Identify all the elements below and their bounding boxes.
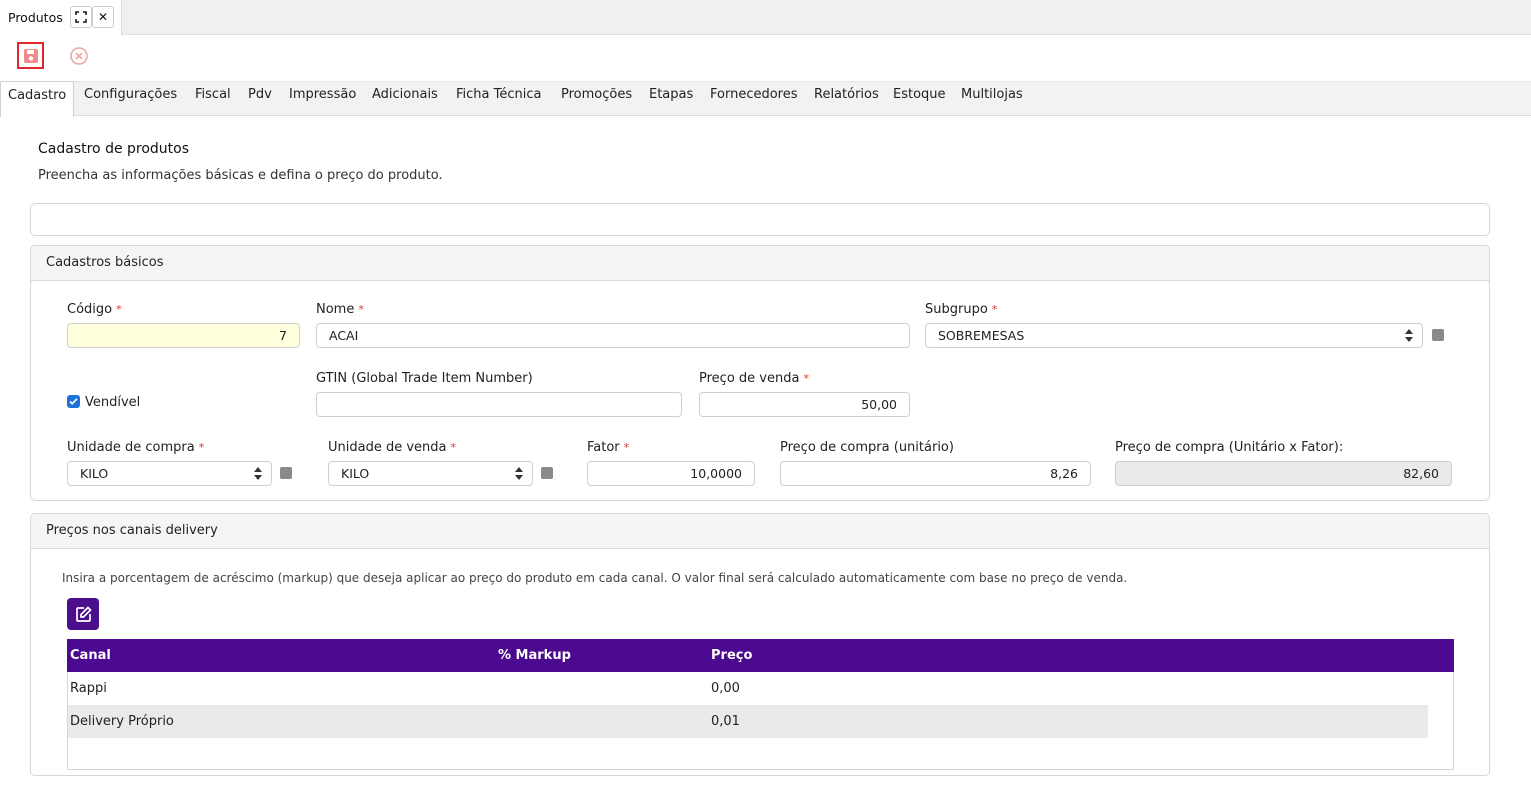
preco-compra-total-field: 82,60	[1115, 461, 1452, 486]
tab-promocoes[interactable]: Promoções	[561, 81, 632, 116]
empty-panel	[30, 203, 1490, 236]
preco-compra-label: Preço de compra (unitário)	[780, 440, 954, 455]
tab-estoque[interactable]: Estoque	[893, 81, 946, 116]
unidade-venda-label: Unidade de venda *	[328, 440, 456, 455]
tab-etapas[interactable]: Etapas	[649, 81, 693, 116]
select-arrows-icon	[1405, 329, 1413, 342]
row-canal: Rappi	[70, 681, 107, 696]
unidade-venda-value: KILO	[341, 466, 370, 481]
window-tab-title: Produtos	[8, 10, 63, 25]
tab-multilojas[interactable]: Multilojas	[961, 81, 1023, 116]
gtin-field[interactable]	[316, 392, 682, 417]
calculator-icon[interactable]	[1432, 329, 1444, 341]
subgrupo-select[interactable]: SOBREMESAS	[925, 323, 1423, 348]
table-row[interactable]	[68, 705, 1428, 738]
delivery-table-header	[67, 639, 1454, 672]
nome-label: Nome *	[316, 302, 364, 317]
select-arrows-icon	[515, 467, 523, 480]
preco-compra-field[interactable]: 8,26	[780, 461, 1091, 486]
row-preco: 0,00	[711, 681, 740, 696]
delivery-panel-header	[31, 514, 1489, 549]
unidade-compra-label: Unidade de compra *	[67, 440, 205, 455]
tab-cadastro[interactable]: Cadastro	[0, 81, 75, 117]
page-title: Cadastro de produtos	[38, 141, 190, 157]
window-tab-strip	[0, 0, 1531, 35]
column-header-canal[interactable]: Canal	[70, 648, 111, 663]
save-button[interactable]	[17, 42, 44, 69]
close-symbol: ✕	[97, 10, 109, 24]
table-row[interactable]	[68, 672, 1428, 705]
cancel-button[interactable]	[68, 45, 90, 67]
tab-impressao[interactable]: Impressão	[289, 81, 356, 116]
edit-icon	[75, 605, 92, 622]
tab-relatorios[interactable]: Relatórios	[814, 81, 879, 116]
save-icon	[23, 48, 38, 63]
row-preco: 0,01	[711, 714, 740, 729]
preco-venda-label: Preço de venda *	[699, 371, 809, 386]
preco-compra-total-label: Preço de compra (Unitário x Fator):	[1115, 440, 1344, 455]
tab-pdv[interactable]: Pdv	[248, 81, 272, 116]
preco-venda-field[interactable]: 50,00	[699, 392, 910, 417]
unidade-venda-select[interactable]: KILO	[328, 461, 533, 486]
column-header-preco[interactable]: Preço	[711, 648, 752, 663]
basic-panel-header	[31, 246, 1489, 281]
subgrupo-label: Subgrupo *	[925, 302, 998, 317]
column-header-markup[interactable]: % Markup	[498, 648, 571, 663]
edit-button[interactable]	[67, 598, 99, 630]
codigo-field[interactable]: 7	[67, 323, 300, 348]
vendivel-checkbox[interactable]	[67, 395, 80, 408]
calculator-icon[interactable]	[280, 467, 292, 479]
page-subtitle: Preencha as informações básicas e defina…	[38, 168, 443, 183]
unidade-compra-value: KILO	[80, 466, 109, 481]
subgrupo-value: SOBREMESAS	[938, 328, 1025, 343]
calculator-icon[interactable]	[541, 467, 553, 479]
tab-fiscal[interactable]: Fiscal	[195, 81, 231, 116]
delivery-description: Insira a porcentagem de acréscimo (marku…	[62, 571, 1128, 585]
tab-fornecedores[interactable]: Fornecedores	[710, 81, 798, 116]
delivery-panel-title: Preços nos canais delivery	[46, 523, 218, 538]
codigo-label: Código *	[67, 302, 122, 317]
close-icon[interactable]: ✕	[92, 6, 114, 28]
check-icon	[69, 398, 78, 405]
fator-field[interactable]: 10,0000	[587, 461, 755, 486]
nome-field[interactable]: ACAI	[316, 323, 910, 348]
maximize-icon[interactable]	[70, 6, 92, 28]
tab-adicionais[interactable]: Adicionais	[372, 81, 438, 116]
fator-label: Fator *	[587, 440, 630, 455]
tab-ficha-tecnica[interactable]: Ficha Técnica	[456, 81, 541, 116]
gtin-label: GTIN (Global Trade Item Number)	[316, 371, 533, 386]
select-arrows-icon	[254, 467, 262, 480]
vendivel-label: Vendível	[85, 395, 141, 410]
basic-panel-title: Cadastros básicos	[46, 255, 164, 270]
unidade-compra-select[interactable]: KILO	[67, 461, 272, 486]
cancel-circle-icon	[70, 47, 88, 65]
tab-configuracoes[interactable]: Configurações	[84, 81, 177, 116]
row-canal: Delivery Próprio	[70, 714, 174, 729]
